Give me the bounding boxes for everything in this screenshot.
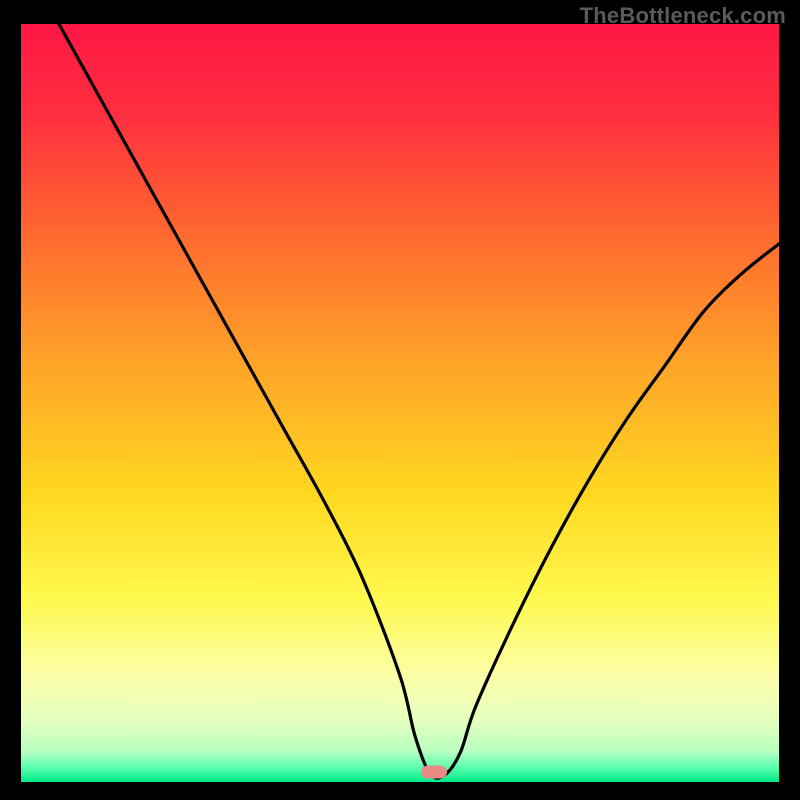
watermark-text: TheBottleneck.com [580,3,786,29]
chart-stage: TheBottleneck.com [0,0,800,800]
bottleneck-curve [21,24,779,782]
plot-area [21,24,779,782]
optimal-point-marker [421,766,447,779]
